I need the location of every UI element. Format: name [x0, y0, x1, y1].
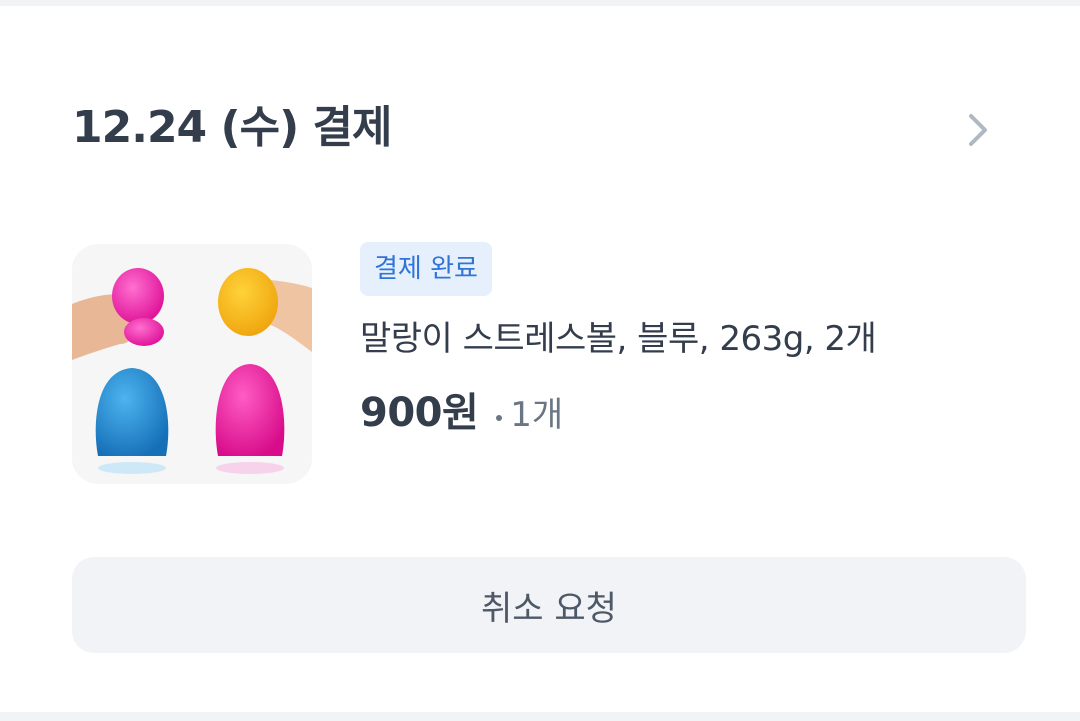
stress-ball-image	[72, 244, 312, 484]
product-quantity: 1개	[510, 395, 564, 435]
status-badge: 결제 완료	[360, 242, 492, 296]
price-line: 900원 1개	[360, 384, 563, 444]
product-thumbnail[interactable]	[72, 244, 312, 484]
order-header[interactable]: 12.24 (수) 결제	[72, 92, 1008, 164]
product-price: 900원	[360, 390, 479, 436]
product-row[interactable]: 결제 완료 말랑이 스트레스볼, 블루, 263g, 2개 900원 1개	[72, 238, 1008, 484]
order-card: 12.24 (수) 결제 결제 완료 말랑이 스트레스볼, 블루, 263g, …	[0, 6, 1080, 712]
order-date-title: 12.24 (수) 결제	[72, 102, 392, 153]
product-name[interactable]: 말랑이 스트레스볼, 블루, 263g, 2개	[360, 314, 877, 364]
chevron-right-icon[interactable]	[948, 100, 1008, 160]
cancel-request-button[interactable]: 취소 요청	[72, 557, 1026, 653]
separator-dot	[496, 414, 503, 421]
